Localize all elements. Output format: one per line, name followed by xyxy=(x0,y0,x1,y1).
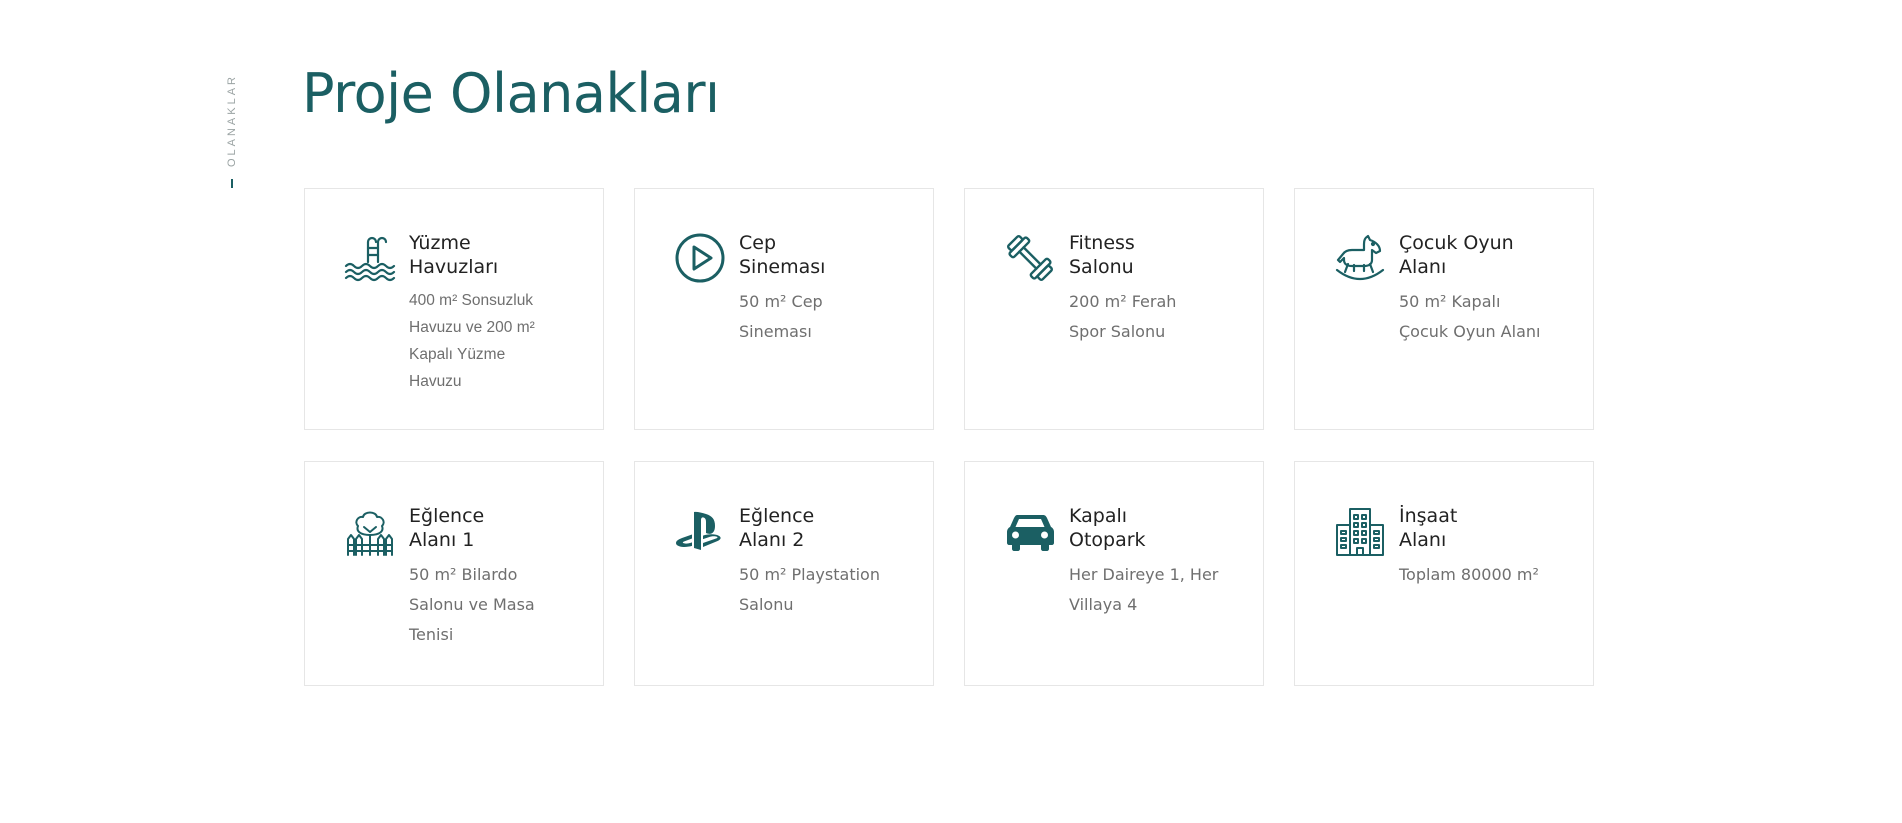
amenity-description: 400 m² Sonsuzluk Havuzu ve 200 m² Kapalı… xyxy=(409,292,535,390)
amenity-card-fun-area-1: Eğlence Alanı 1 50 m² Bilardo Salonu ve … xyxy=(304,461,604,686)
page-title: Proje Olanakları xyxy=(302,62,720,125)
side-label-text: OLANAKLAR xyxy=(226,74,238,168)
amenity-description: 50 m² Playstation Salonu xyxy=(739,565,880,614)
car-icon xyxy=(1003,504,1057,558)
dumbbell-icon xyxy=(1003,231,1057,285)
amenity-description: 200 m² Ferah Spor Salonu xyxy=(1069,292,1177,341)
amenity-description: Her Daireye 1, Her Villaya 4 xyxy=(1069,565,1219,614)
amenity-description: Toplam 80000 m² xyxy=(1399,565,1539,584)
playstation-icon xyxy=(673,504,727,558)
amenity-description: 50 m² Bilardo Salonu ve Masa Tenisi xyxy=(409,565,535,644)
rocking-horse-icon xyxy=(1333,231,1387,285)
amenity-card-swimming-pool: Yüzme Havuzları 400 m² Sonsuzluk Havuzu … xyxy=(304,188,604,430)
amenity-card-cinema: Cep Sineması 50 m² Cep Sineması xyxy=(634,188,934,430)
amenities-grid: Yüzme Havuzları 400 m² Sonsuzluk Havuzu … xyxy=(304,188,1594,686)
amenity-name: Eğlence Alanı 2 xyxy=(739,505,815,551)
amenity-card-kids-play: Çocuk Oyun Alanı 50 m² Kapalı Çocuk Oyun… xyxy=(1294,188,1594,430)
amenity-description: 50 m² Cep Sineması xyxy=(739,292,823,341)
amenity-name: Cep Sineması xyxy=(739,232,826,278)
section-side-label: OLANAKLAR xyxy=(226,74,238,189)
amenity-card-construction-area: İnşaat Alanı Toplam 80000 m² xyxy=(1294,461,1594,686)
building-icon xyxy=(1333,504,1387,558)
amenity-name: Fitness Salonu xyxy=(1069,232,1135,278)
amenity-name: Eğlence Alanı 1 xyxy=(409,505,485,551)
play-icon xyxy=(673,231,727,285)
side-label-dash xyxy=(231,179,233,189)
amenity-description: 50 m² Kapalı Çocuk Oyun Alanı xyxy=(1399,292,1541,341)
amenity-name: Yüzme Havuzları xyxy=(409,232,499,278)
amenity-name: İnşaat Alanı xyxy=(1399,505,1458,551)
amenity-card-fun-area-2: Eğlence Alanı 2 50 m² Playstation Salonu xyxy=(634,461,934,686)
swimming-pool-icon xyxy=(343,231,397,285)
amenity-card-parking: Kapalı Otopark Her Daireye 1, Her Villay… xyxy=(964,461,1264,686)
park-icon xyxy=(343,504,397,558)
amenity-name: Çocuk Oyun Alanı xyxy=(1399,232,1514,278)
amenity-card-fitness: Fitness Salonu 200 m² Ferah Spor Salonu xyxy=(964,188,1264,430)
amenity-name: Kapalı Otopark xyxy=(1069,505,1146,551)
